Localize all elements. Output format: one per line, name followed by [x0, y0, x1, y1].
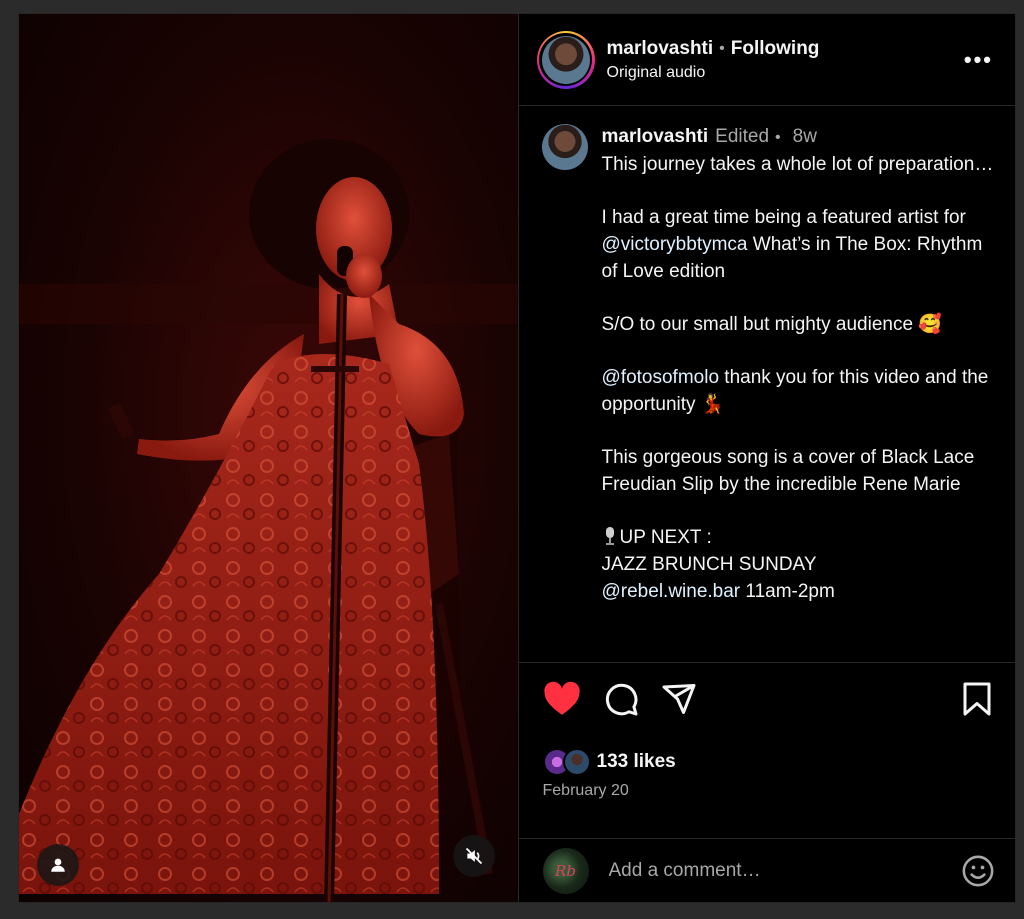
- share-button[interactable]: [661, 681, 697, 717]
- tagged-users-button[interactable]: [37, 844, 79, 886]
- caption-line: @fotosofmolo thank you for this video an…: [601, 367, 994, 415]
- comment-icon: [605, 683, 637, 716]
- singer-photo: [19, 139, 518, 902]
- caption-line: JAZZ BRUNCH SUNDAY: [601, 554, 817, 576]
- heart-icon: [543, 681, 580, 715]
- save-button[interactable]: [961, 681, 993, 717]
- caption-text: This journey takes a whole lot of prepar…: [602, 152, 996, 606]
- separator-dot: •: [719, 39, 725, 57]
- comment-button[interactable]: [603, 681, 639, 717]
- microphone-icon: [605, 527, 614, 546]
- emoji-picker-button[interactable]: [961, 854, 995, 888]
- mention-link[interactable]: @fotosofmolo: [602, 367, 720, 388]
- post-age[interactable]: 8w: [793, 124, 817, 151]
- original-audio-link[interactable]: Original audio: [607, 64, 964, 82]
- user-tag-icon: [51, 858, 65, 872]
- story-ring[interactable]: [536, 30, 595, 89]
- liker-avatar: [562, 748, 591, 776]
- caption-line: This journey takes a whole lot of prepar…: [601, 153, 994, 175]
- likes-count[interactable]: 133 likes: [597, 751, 676, 773]
- share-icon: [662, 684, 695, 714]
- caption-section: marlovashti Edited • 8w This journey tak…: [518, 106, 1015, 663]
- following-button[interactable]: Following: [731, 38, 820, 60]
- like-button[interactable]: [543, 681, 581, 717]
- post-date[interactable]: February 20: [519, 782, 1016, 800]
- caption-author-avatar[interactable]: [541, 124, 588, 170]
- edited-label: Edited: [715, 126, 770, 147]
- more-options-icon[interactable]: •••: [964, 47, 993, 73]
- caption-line: UP NEXT :: [602, 525, 996, 552]
- mention-link[interactable]: @rebel.wine.bar: [602, 581, 741, 602]
- author-avatar[interactable]: [541, 35, 590, 84]
- separator-dot: •: [775, 129, 781, 146]
- caption-line: @rebel.wine.bar 11am-2pm: [601, 580, 835, 602]
- viewer-avatar-text: Rb: [555, 861, 576, 880]
- emoji-icon: [962, 855, 994, 886]
- mention-link[interactable]: @victorybbtymca: [602, 234, 748, 255]
- caption-line: This gorgeous song is a cover of Black L…: [601, 447, 980, 496]
- mute-toggle-button[interactable]: [453, 835, 495, 877]
- comment-bar: Rb: [518, 838, 1015, 902]
- post-details-panel: marlovashti • Following Original audio •…: [518, 14, 1016, 902]
- action-bar: [519, 663, 1016, 747]
- caption-line: S/O to our small but mighty audience 🥰: [601, 313, 942, 335]
- caption-username[interactable]: marlovashti: [602, 124, 709, 151]
- post-video[interactable]: [19, 14, 519, 902]
- author-username[interactable]: marlovashti: [607, 38, 714, 60]
- post-header: marlovashti • Following Original audio •…: [518, 14, 1015, 106]
- caption-line: I had a great time being a featured arti…: [601, 207, 988, 282]
- comment-input[interactable]: [608, 859, 961, 882]
- likes-row[interactable]: 133 likes: [519, 747, 1016, 777]
- muted-speaker-icon: [465, 847, 483, 865]
- post-modal: marlovashti • Following Original audio •…: [18, 13, 1016, 903]
- bookmark-icon: [963, 682, 991, 716]
- viewer-avatar: Rb: [542, 847, 589, 894]
